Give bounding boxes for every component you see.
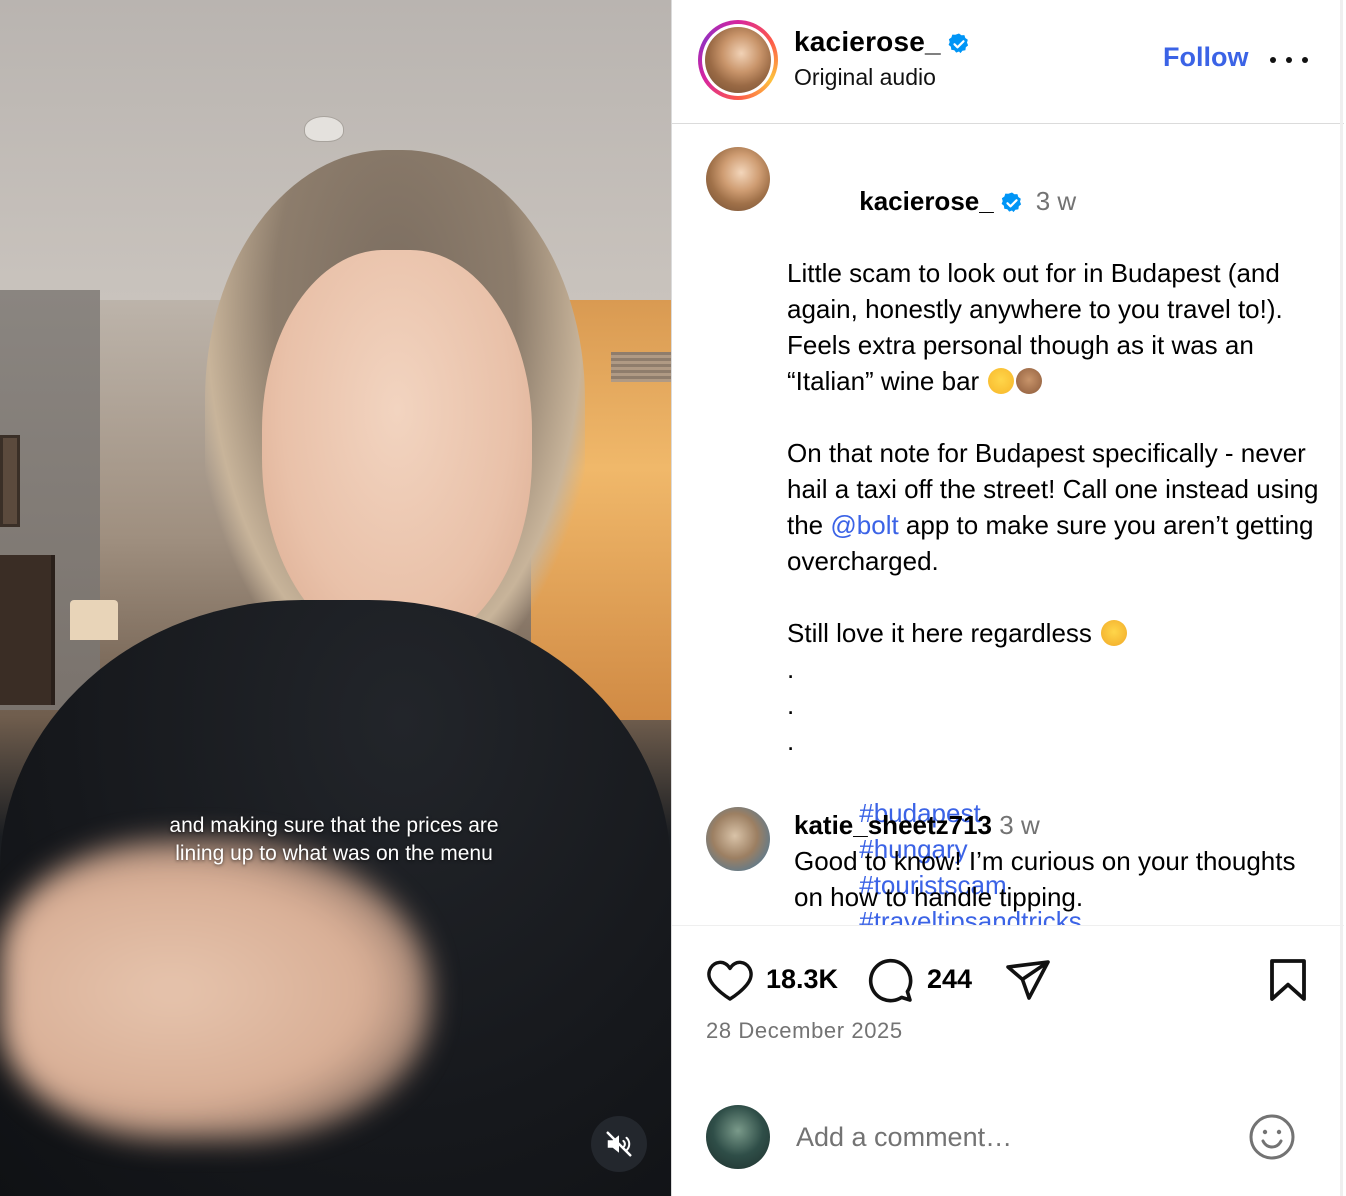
video-headboard xyxy=(0,555,55,705)
comment-time[interactable]: 3 w xyxy=(999,810,1039,840)
save-bookmark-icon[interactable] xyxy=(1268,958,1308,1002)
reel-video[interactable]: and making sure that the prices are lini… xyxy=(0,0,671,1196)
add-comment-input[interactable] xyxy=(796,1115,1216,1159)
caption-dots: . . . xyxy=(787,654,795,756)
comment-bubble-icon[interactable] xyxy=(866,956,914,1004)
share-paper-plane-icon[interactable] xyxy=(1004,958,1052,1002)
current-user-avatar xyxy=(706,1105,770,1169)
video-person-hand xyxy=(0,840,430,1140)
post-date[interactable]: 28 December 2025 xyxy=(706,1018,903,1044)
author-username-text[interactable]: kacierose_ xyxy=(794,26,941,57)
caption-author-avatar[interactable] xyxy=(706,147,770,211)
emoji-picker-icon[interactable] xyxy=(1248,1113,1296,1161)
verified-badge-icon xyxy=(948,33,968,53)
commenter-avatar[interactable] xyxy=(706,807,770,871)
panel-edge xyxy=(1340,0,1343,1196)
mute-button[interactable] xyxy=(591,1116,647,1172)
caption-paragraph-3: Still love it here regardless xyxy=(787,618,1092,648)
caption-username[interactable]: kacierose_ xyxy=(859,186,993,216)
comment-body: katie_sheetz713 3 w Good to know! I’m cu… xyxy=(794,807,1324,915)
commenter-username[interactable]: katie_sheetz713 xyxy=(794,810,992,840)
post-actions-bar: 18.3K 244 28 December 2025 xyxy=(672,925,1344,1075)
video-caption: and making sure that the prices are lini… xyxy=(169,814,499,865)
mention-link-bolt[interactable]: @bolt xyxy=(830,510,898,540)
add-comment-row xyxy=(672,1075,1344,1196)
comment-count[interactable]: 244 xyxy=(927,964,972,995)
video-picture-frame xyxy=(0,435,20,527)
laughing-emoji-icon xyxy=(988,368,1015,394)
video-lamp xyxy=(70,600,118,640)
video-smoke-detector xyxy=(304,116,344,142)
see-no-evil-monkey-emoji-icon xyxy=(1016,368,1043,394)
like-count[interactable]: 18.3K xyxy=(766,964,838,995)
more-options-icon[interactable] xyxy=(1270,46,1308,74)
audio-label[interactable]: Original audio xyxy=(794,64,936,91)
winking-face-emoji-icon xyxy=(1101,620,1128,646)
comments-scroll-area[interactable]: kacierose_ 3 w Little scam to look out f… xyxy=(672,125,1344,925)
like-heart-icon[interactable] xyxy=(706,958,754,1002)
follow-button[interactable]: Follow xyxy=(1163,42,1248,73)
speaker-muted-icon xyxy=(606,1131,632,1157)
author-avatar xyxy=(705,27,771,93)
video-vent xyxy=(611,352,671,382)
video-person-face xyxy=(262,250,532,650)
author-avatar-story-ring[interactable] xyxy=(698,20,778,100)
verified-badge-icon xyxy=(1001,192,1021,213)
caption-time[interactable]: 3 w xyxy=(1036,186,1076,216)
post-header: kacierose_ Original audio Follow xyxy=(672,0,1344,124)
post-side-panel: kacierose_ Original audio Follow kaciero… xyxy=(671,0,1344,1196)
comment-text: Good to know! I’m curious on your though… xyxy=(794,846,1296,912)
author-username[interactable]: kacierose_ xyxy=(794,26,971,58)
